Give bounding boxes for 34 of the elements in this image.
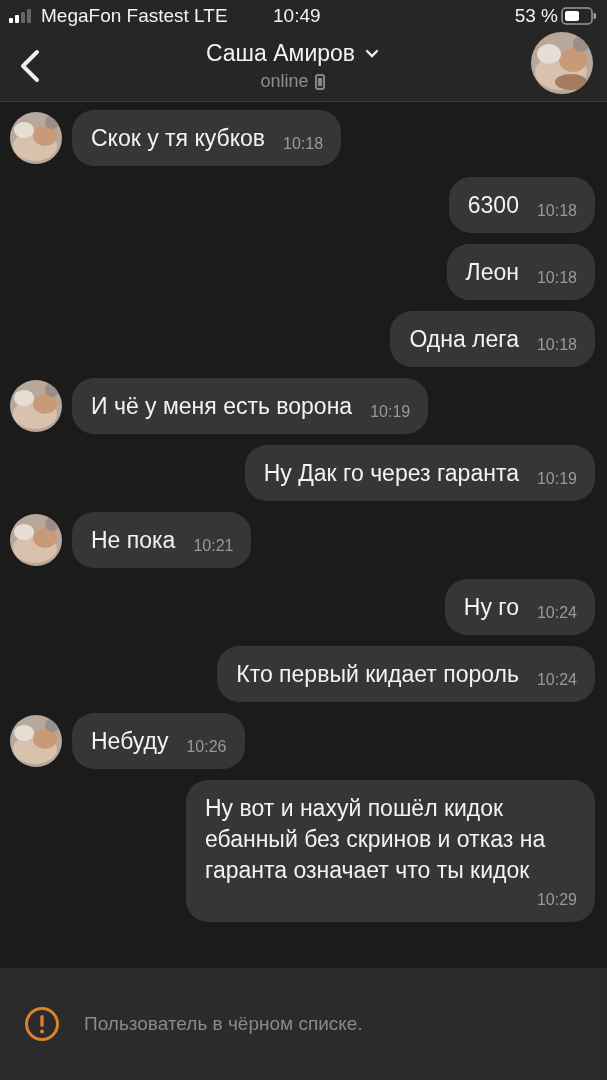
message-text: Ну го xyxy=(463,593,519,622)
contact-name[interactable]: Саша Амиров xyxy=(205,40,356,67)
battery-percent: 53 % xyxy=(514,5,558,27)
message-text: Ну вот и нахуй пошёл кидок ебанный без скринов и отказ на гаранта означает что ты кидок xyxy=(205,794,547,885)
clock-time: 10:49 xyxy=(273,5,322,27)
message-time: 10:18 xyxy=(283,134,324,154)
warning-icon xyxy=(24,1006,60,1042)
message-text: Ну Дак го через гаранта xyxy=(263,459,519,488)
signal-icon xyxy=(9,9,33,23)
message-time: 10:18 xyxy=(536,335,577,355)
message-time: 10:19 xyxy=(370,402,411,422)
message-time: 10:24 xyxy=(536,603,577,623)
message-time: 10:21 xyxy=(193,536,234,556)
message-time: 10:18 xyxy=(536,268,577,288)
message-text: 6300 xyxy=(467,191,519,220)
phone-icon xyxy=(314,73,325,90)
carrier-name: MegaFon Fastest LTE xyxy=(41,5,229,27)
message-text: Кто первый кидает пороль xyxy=(236,660,519,689)
message-time: 10:24 xyxy=(536,670,577,690)
message-time: 10:26 xyxy=(186,737,227,757)
chevron-down-icon[interactable] xyxy=(365,49,380,58)
message-time: 10:18 xyxy=(536,201,577,221)
message-text: Скок у тя кубков xyxy=(91,124,266,153)
online-status: online xyxy=(260,71,309,92)
message-text: Одна лега xyxy=(409,325,519,354)
message-time: 10:29 xyxy=(536,890,577,910)
message-text: Не пока xyxy=(91,526,176,555)
back-icon[interactable] xyxy=(20,49,40,83)
message-time: 10:19 xyxy=(536,469,577,489)
message-text: Леон xyxy=(465,258,519,287)
battery-icon xyxy=(561,7,597,25)
message-text: Небуду xyxy=(91,727,169,756)
blocked-notice: Пользователь в чёрном списке. xyxy=(84,1013,363,1035)
message-text: И чё у меня есть ворона xyxy=(91,392,353,421)
